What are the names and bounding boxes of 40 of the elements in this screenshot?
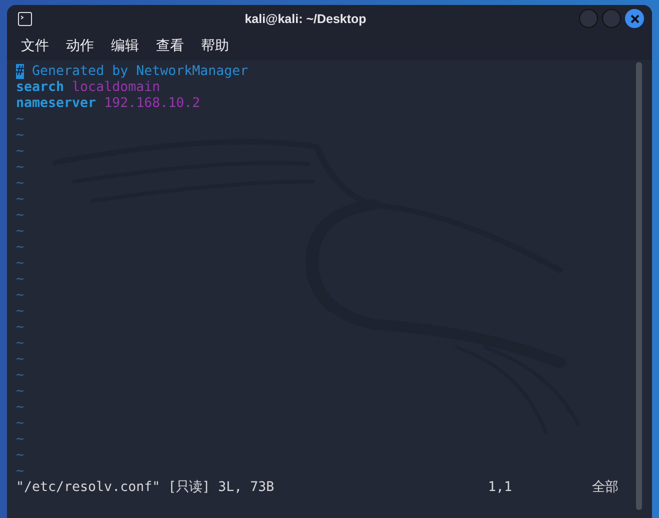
menu-item[interactable]: 帮助 — [201, 37, 229, 55]
empty-line-marker: ~ — [16, 336, 24, 352]
code-line: # Generated by NetworkManager — [16, 64, 248, 80]
empty-line-marker: ~ — [16, 128, 24, 144]
terminal-icon — [18, 12, 32, 26]
empty-line-marker: ~ — [16, 192, 24, 208]
empty-line-marker: ~ — [16, 384, 24, 400]
empty-line-marker: ~ — [16, 320, 24, 336]
empty-line-marker: ~ — [16, 416, 24, 432]
empty-line-marker: ~ — [16, 368, 24, 384]
empty-line-marker: ~ — [16, 432, 24, 448]
empty-line-marker: ~ — [16, 288, 24, 304]
empty-line-marker: ~ — [16, 304, 24, 320]
scroll-indicator: 全部 — [592, 480, 619, 496]
empty-line-marker: ~ — [16, 176, 24, 192]
empty-line-marker: ~ — [16, 112, 24, 128]
code-line: search localdomain — [16, 80, 160, 96]
status-message: "/etc/resolv.conf" [只读] 3L, 73B — [16, 480, 276, 496]
empty-line-marker: ~ — [16, 464, 24, 480]
window-title: kali@kali: ~/Desktop — [244, 12, 368, 26]
empty-line-marker: ~ — [16, 272, 24, 288]
empty-line-marker: ~ — [16, 144, 24, 160]
empty-line-marker: ~ — [16, 160, 24, 176]
empty-line-marker: ~ — [16, 208, 24, 224]
menu-item[interactable]: 文件 — [21, 37, 49, 55]
code-line: nameserver 192.168.10.2 — [16, 96, 200, 112]
menu-item[interactable]: 编辑 — [111, 37, 139, 55]
empty-line-marker: ~ — [16, 240, 24, 256]
empty-line-marker: ~ — [16, 400, 24, 416]
close-icon — [630, 14, 640, 24]
menu-item[interactable]: 查看 — [156, 37, 184, 55]
empty-line-marker: ~ — [16, 448, 24, 464]
minimize-button[interactable] — [579, 9, 598, 28]
empty-line-marker: ~ — [16, 352, 24, 368]
scrollbar[interactable] — [636, 62, 642, 510]
menu-item[interactable]: 动作 — [66, 37, 94, 55]
empty-line-marker: ~ — [16, 224, 24, 240]
empty-line-marker: ~ — [16, 256, 24, 272]
cursor-position: 1,1 — [488, 480, 514, 496]
close-button[interactable] — [625, 9, 644, 28]
